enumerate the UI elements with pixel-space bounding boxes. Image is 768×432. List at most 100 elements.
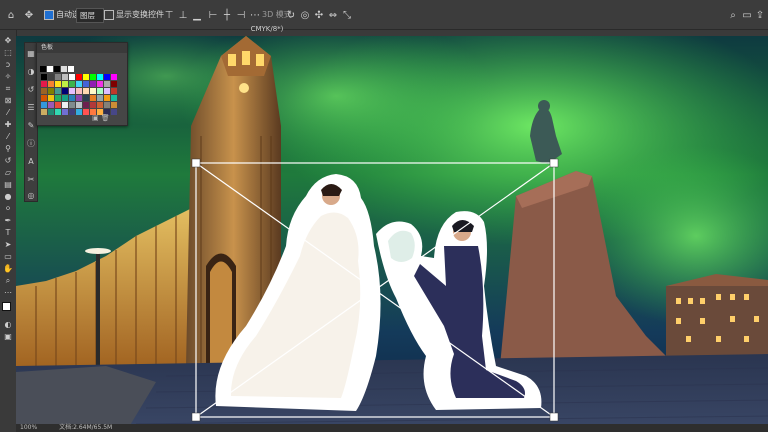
color-swatch[interactable]	[89, 73, 96, 80]
healing-brush-icon[interactable]: ✚	[3, 120, 13, 130]
pen-tool-icon[interactable]: ✒	[3, 216, 13, 226]
color-swatch[interactable]	[96, 87, 103, 94]
marquee-tool-icon[interactable]: ⬚	[3, 48, 13, 58]
adjustments-icon[interactable]: ◑	[26, 67, 36, 77]
type-tool-icon[interactable]: T	[3, 228, 13, 238]
color-swatch[interactable]	[47, 87, 54, 94]
color-swatch[interactable]	[68, 87, 75, 94]
color-swatch[interactable]	[75, 80, 82, 87]
color-swatch[interactable]	[40, 108, 47, 115]
swatch-grid[interactable]	[40, 73, 120, 115]
color-swatch[interactable]	[47, 94, 54, 101]
hand-tool-icon[interactable]: ✋	[3, 264, 13, 274]
eraser-tool-icon[interactable]: ▱	[3, 168, 13, 178]
roll-3d-icon[interactable]: ◎	[300, 8, 310, 22]
color-swatch[interactable]	[103, 101, 110, 108]
color-swatch[interactable]	[75, 101, 82, 108]
color-swatch[interactable]	[89, 80, 96, 87]
color-swatch[interactable]	[110, 94, 117, 101]
color-swatch[interactable]	[110, 80, 117, 87]
paths-icon[interactable]: ✂	[26, 175, 36, 185]
crop-tool-icon[interactable]: ⌗	[3, 84, 13, 94]
color-swatch[interactable]	[75, 108, 82, 115]
color-swatch[interactable]	[40, 87, 47, 94]
zoom-level[interactable]: 100%	[20, 424, 37, 431]
color-swatch[interactable]	[54, 87, 61, 94]
color-swatch[interactable]	[103, 80, 110, 87]
dodge-tool-icon[interactable]: ⚪	[3, 204, 13, 214]
foreground-color-swatch[interactable]	[2, 302, 11, 311]
color-swatch[interactable]	[110, 73, 117, 80]
more-tools-icon[interactable]: ⋯	[3, 288, 13, 298]
color-swatch[interactable]	[68, 101, 75, 108]
align-middle-icon[interactable]: ⊥	[178, 8, 188, 22]
quick-mask-icon[interactable]: ◐	[3, 320, 13, 330]
zoom-tool-icon[interactable]: ⌕	[3, 276, 13, 286]
color-swatch[interactable]	[103, 73, 110, 80]
color-swatch[interactable]	[61, 101, 68, 108]
scale-3d-icon[interactable]: ⤡	[342, 8, 352, 22]
color-swatch[interactable]	[54, 80, 61, 87]
color-swatch[interactable]	[82, 101, 89, 108]
color-swatch[interactable]	[47, 108, 54, 115]
align-center-icon[interactable]: ┼	[222, 8, 232, 22]
color-swatch[interactable]	[82, 94, 89, 101]
color-swatch[interactable]	[40, 80, 47, 87]
color-swatch[interactable]	[68, 80, 75, 87]
history-brush-icon[interactable]: ↺	[3, 156, 13, 166]
color-swatch[interactable]	[89, 94, 96, 101]
align-top-icon[interactable]: ⊤	[164, 8, 174, 22]
color-swatch[interactable]	[75, 87, 82, 94]
channels-icon[interactable]: ◎	[26, 191, 36, 201]
auto-select-dropdown[interactable]: 图层	[76, 8, 104, 23]
color-swatch[interactable]	[82, 108, 89, 115]
color-swatch[interactable]	[61, 94, 68, 101]
color-swatch[interactable]	[61, 80, 68, 87]
color-swatch[interactable]	[82, 87, 89, 94]
color-swatch[interactable]	[103, 94, 110, 101]
screen-mode-icon[interactable]: ▣	[3, 332, 13, 342]
color-swatch[interactable]	[96, 80, 103, 87]
search-icon[interactable]: ⌕	[728, 8, 738, 22]
color-swatch[interactable]	[40, 101, 47, 108]
color-swatch[interactable]	[110, 108, 117, 115]
delete-swatch-icon[interactable]: 🗑	[101, 114, 110, 122]
color-swatch[interactable]	[40, 73, 47, 80]
color-swatch[interactable]	[54, 108, 61, 115]
clone-stamp-icon[interactable]: ⚲	[3, 144, 13, 154]
character-icon[interactable]: A	[26, 157, 36, 167]
history-icon[interactable]: ↺	[26, 85, 36, 95]
move-tool-icon[interactable]: ✥	[22, 8, 36, 22]
color-swatch[interactable]	[47, 73, 54, 80]
workspace-icon[interactable]: ▭	[742, 8, 752, 22]
color-swatch[interactable]	[61, 108, 68, 115]
blur-tool-icon[interactable]: ●	[3, 192, 13, 202]
transform-controls-checkbox[interactable]: 显示变换控件	[104, 9, 164, 20]
home-icon[interactable]: ⌂	[4, 8, 18, 22]
color-swatch[interactable]	[110, 87, 117, 94]
color-swatch[interactable]	[68, 73, 75, 80]
color-swatch[interactable]	[110, 101, 117, 108]
color-swatch[interactable]	[54, 73, 61, 80]
color-swatch[interactable]	[96, 94, 103, 101]
path-selection-icon[interactable]: ➤	[3, 240, 13, 250]
color-swatch[interactable]	[61, 87, 68, 94]
more-options-icon[interactable]: ⋯	[250, 8, 260, 22]
color-swatch[interactable]	[89, 87, 96, 94]
color-swatch[interactable]	[47, 80, 54, 87]
color-swatch[interactable]	[40, 94, 47, 101]
brush-tool-icon[interactable]: ⁄	[3, 132, 13, 142]
color-swatch[interactable]	[82, 80, 89, 87]
color-swatch[interactable]	[61, 73, 68, 80]
brush-settings-icon[interactable]: ✎	[26, 121, 36, 131]
lasso-tool-icon[interactable]: ↄ	[3, 60, 13, 70]
gradient-tool-icon[interactable]: ▤	[3, 180, 13, 190]
color-swatch[interactable]	[103, 87, 110, 94]
rotate-3d-icon[interactable]: ↻	[286, 8, 296, 22]
share-icon[interactable]: ⇪	[755, 8, 765, 22]
drag-3d-icon[interactable]: ✣	[314, 8, 324, 22]
align-left-icon[interactable]: ⊢	[208, 8, 218, 22]
document-canvas[interactable]	[16, 36, 768, 432]
layers-icon[interactable]: ▦	[26, 49, 36, 59]
align-right-icon[interactable]: ⊣	[236, 8, 246, 22]
